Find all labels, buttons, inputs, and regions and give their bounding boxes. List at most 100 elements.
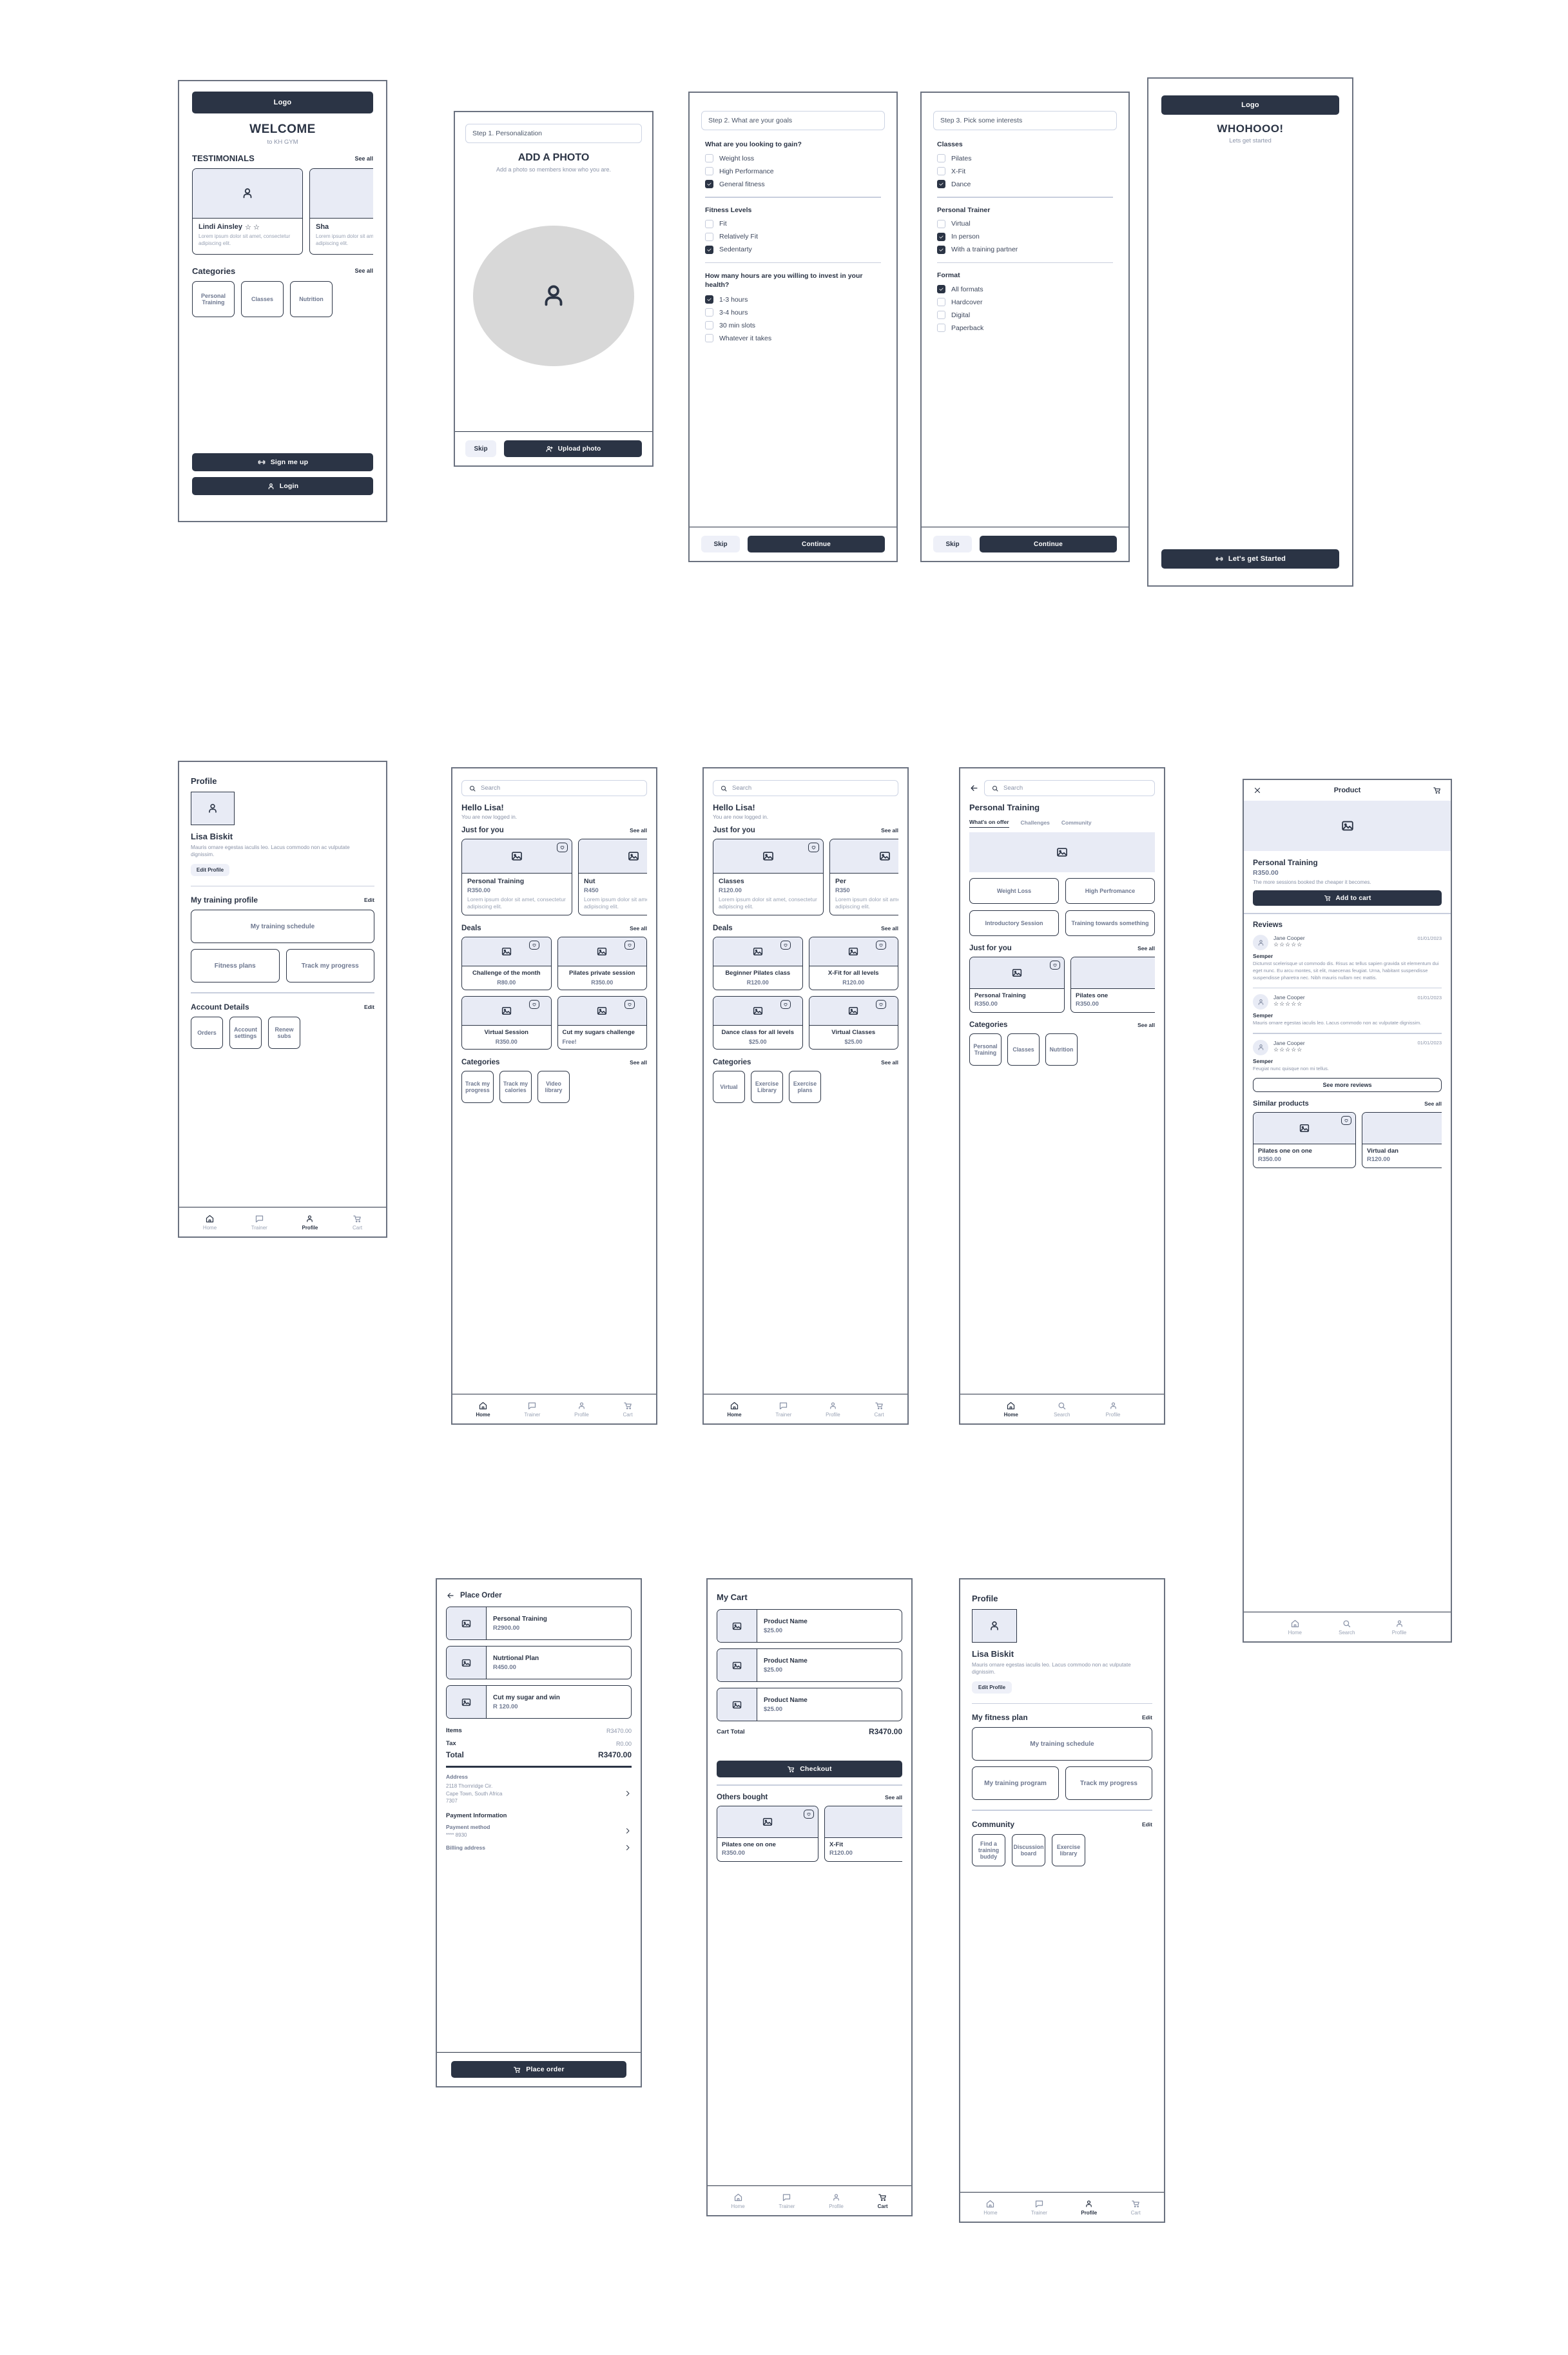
chevron-right-icon[interactable] <box>624 1827 632 1835</box>
account-settings-tile[interactable]: Account settings <box>229 1016 262 1049</box>
product-card[interactable]: Nut R450 Lorem ipsum dolor sit amet, con… <box>578 839 647 915</box>
checkbox[interactable] <box>937 298 945 306</box>
product-card[interactable]: Classes R120.00 Lorem ipsum dolor sit am… <box>713 839 824 915</box>
checkbox[interactable] <box>705 180 713 188</box>
checkbox-row[interactable]: Pilates <box>937 154 1113 162</box>
nav-cart[interactable]: Cart <box>874 1401 884 1418</box>
testimonial-card[interactable]: Sha Lorem ipsum dolor sit amet, consecte… <box>309 168 373 255</box>
deal-card[interactable]: Virtual Classes $25.00 <box>808 995 898 1050</box>
nav-trainer[interactable]: Trainer <box>1031 2199 1047 2216</box>
deal-card[interactable]: Dance class for all levels $25.00 <box>713 995 803 1050</box>
nav-home[interactable]: Home <box>476 1401 490 1418</box>
favorite-button[interactable] <box>624 999 635 1009</box>
category-tile[interactable]: Classes <box>1007 1033 1040 1066</box>
product-card[interactable]: Pilates one R350.00 <box>1070 957 1155 1013</box>
favorite-button[interactable] <box>528 940 539 950</box>
training-program-tile[interactable]: My training program <box>972 1766 1059 1801</box>
just-for-you-see-all[interactable]: See all <box>1137 945 1155 952</box>
nav-search[interactable]: Search <box>1339 1619 1355 1636</box>
category-tile[interactable]: Exercise Library <box>751 1070 783 1103</box>
edit-profile-button[interactable]: Edit Profile <box>972 1681 1012 1694</box>
category-tile[interactable]: Nutrition <box>1045 1033 1078 1066</box>
checkbox-row[interactable]: Paperback <box>937 324 1113 332</box>
nav-trainer[interactable]: Trainer <box>779 2193 795 2209</box>
nav-profile[interactable]: Profile <box>826 1401 840 1418</box>
product-card[interactable]: X-Fit R120.00 <box>824 1805 902 1862</box>
favorite-button[interactable] <box>1050 961 1060 970</box>
orders-tile[interactable]: Orders <box>191 1016 223 1049</box>
continue-button[interactable]: Continue <box>980 536 1117 552</box>
checkbox[interactable] <box>705 245 713 254</box>
categories-see-all[interactable]: See all <box>1137 1022 1155 1028</box>
favorite-button[interactable] <box>780 999 791 1009</box>
checkbox[interactable] <box>705 232 713 241</box>
checkbox-row[interactable]: With a training partner <box>937 245 1113 254</box>
checkbox[interactable] <box>705 334 713 343</box>
category-tile[interactable]: Personal Training <box>192 280 235 317</box>
track-progress-tile[interactable]: Track my progress <box>286 949 374 983</box>
tab-challenges[interactable]: Challenges <box>1021 819 1050 828</box>
order-item-row[interactable]: Cut my sugar and win R 120.00 <box>446 1685 632 1719</box>
deal-card[interactable]: Beginner Pilates class R120.00 <box>713 936 803 990</box>
nav-profile[interactable]: Profile <box>829 2193 844 2209</box>
cart-item-row[interactable]: Product Name $25.00 <box>717 1648 902 1682</box>
tab-community[interactable]: Community <box>1061 819 1092 828</box>
tab-whats-on-offer[interactable]: What's on offer <box>969 819 1009 828</box>
edit-profile-button[interactable]: Edit Profile <box>191 863 229 876</box>
checkbox-row[interactable]: Whatever it takes <box>705 334 881 343</box>
search-input[interactable]: Search <box>984 780 1155 796</box>
nav-search[interactable]: Search <box>1054 1401 1070 1418</box>
similar-product-card[interactable]: Pilates one on one R350.00 <box>1253 1111 1356 1168</box>
checkbox[interactable] <box>705 321 713 330</box>
testimonials-see-all[interactable]: See all <box>354 155 373 162</box>
checkbox-row[interactable]: 1-3 hours <box>705 295 881 304</box>
continue-button[interactable]: Continue <box>748 536 885 552</box>
login-button[interactable]: Login <box>192 477 373 495</box>
checkbox-row[interactable]: Hardcover <box>937 298 1113 306</box>
favorite-button[interactable] <box>876 999 886 1009</box>
categories-see-all[interactable]: See all <box>630 1059 647 1066</box>
nav-cart[interactable]: Cart <box>623 1401 633 1418</box>
order-item-row[interactable]: Nutrtional Plan R450.00 <box>446 1646 632 1679</box>
back-arrow-icon[interactable] <box>446 1591 455 1600</box>
skip-button[interactable]: Skip <box>701 536 740 552</box>
nav-home[interactable]: Home <box>983 2199 998 2216</box>
checkbox-row[interactable]: Fit <box>705 219 881 228</box>
edit-fitness-plan[interactable]: Edit <box>1142 1714 1152 1721</box>
favorite-button[interactable] <box>624 940 635 950</box>
offer-tile[interactable]: High Perfromance <box>1065 878 1155 904</box>
nav-home[interactable]: Home <box>1004 1401 1018 1418</box>
categories-see-all[interactable]: See all <box>354 268 373 274</box>
track-progress-tile[interactable]: Track my progress <box>1065 1766 1152 1801</box>
nav-home[interactable]: Home <box>727 1401 742 1418</box>
category-tile[interactable]: Exercise plans <box>789 1070 821 1103</box>
checkbox-row[interactable]: Dance <box>937 180 1113 188</box>
checkbox-row[interactable]: Digital <box>937 311 1113 319</box>
category-tile[interactable]: Track my progress <box>461 1070 494 1103</box>
product-card[interactable]: Personal Training R350.00 <box>969 957 1065 1013</box>
deals-see-all[interactable]: See all <box>630 925 647 932</box>
edit-community[interactable]: Edit <box>1142 1821 1152 1828</box>
deal-card[interactable]: Challenge of the month R80.00 <box>461 936 552 990</box>
chevron-right-icon[interactable] <box>624 1844 632 1852</box>
search-input[interactable]: Search <box>713 780 898 796</box>
testimonial-card[interactable]: Lindi Ainsley ☆ ☆ Lorem ipsum dolor sit … <box>192 168 303 255</box>
category-tile[interactable]: Personal Training <box>969 1033 1002 1066</box>
product-card[interactable]: Pilates one on one R350.00 <box>717 1805 818 1862</box>
order-item-row[interactable]: Personal Training R2900.00 <box>446 1607 632 1640</box>
checkbox[interactable] <box>937 167 945 175</box>
edit-training-profile[interactable]: Edit <box>364 897 374 903</box>
checkbox[interactable] <box>937 180 945 188</box>
category-tile[interactable]: Virtual <box>713 1070 745 1103</box>
nav-cart[interactable]: Cart <box>353 1214 362 1231</box>
nav-profile[interactable]: Profile <box>1081 2199 1097 2216</box>
similar-product-card[interactable]: Virtual dan R120.00 <box>1362 1111 1442 1168</box>
discussion-board-tile[interactable]: Discussion board <box>1012 1833 1045 1866</box>
favorite-button[interactable] <box>528 999 539 1009</box>
checkbox[interactable] <box>937 324 945 332</box>
checkout-button[interactable]: Checkout <box>717 1761 902 1777</box>
skip-button[interactable]: Skip <box>465 440 496 457</box>
just-for-you-see-all[interactable]: See all <box>881 827 898 834</box>
favorite-button[interactable] <box>808 843 819 852</box>
upload-photo-button[interactable]: Upload photo <box>504 440 642 457</box>
